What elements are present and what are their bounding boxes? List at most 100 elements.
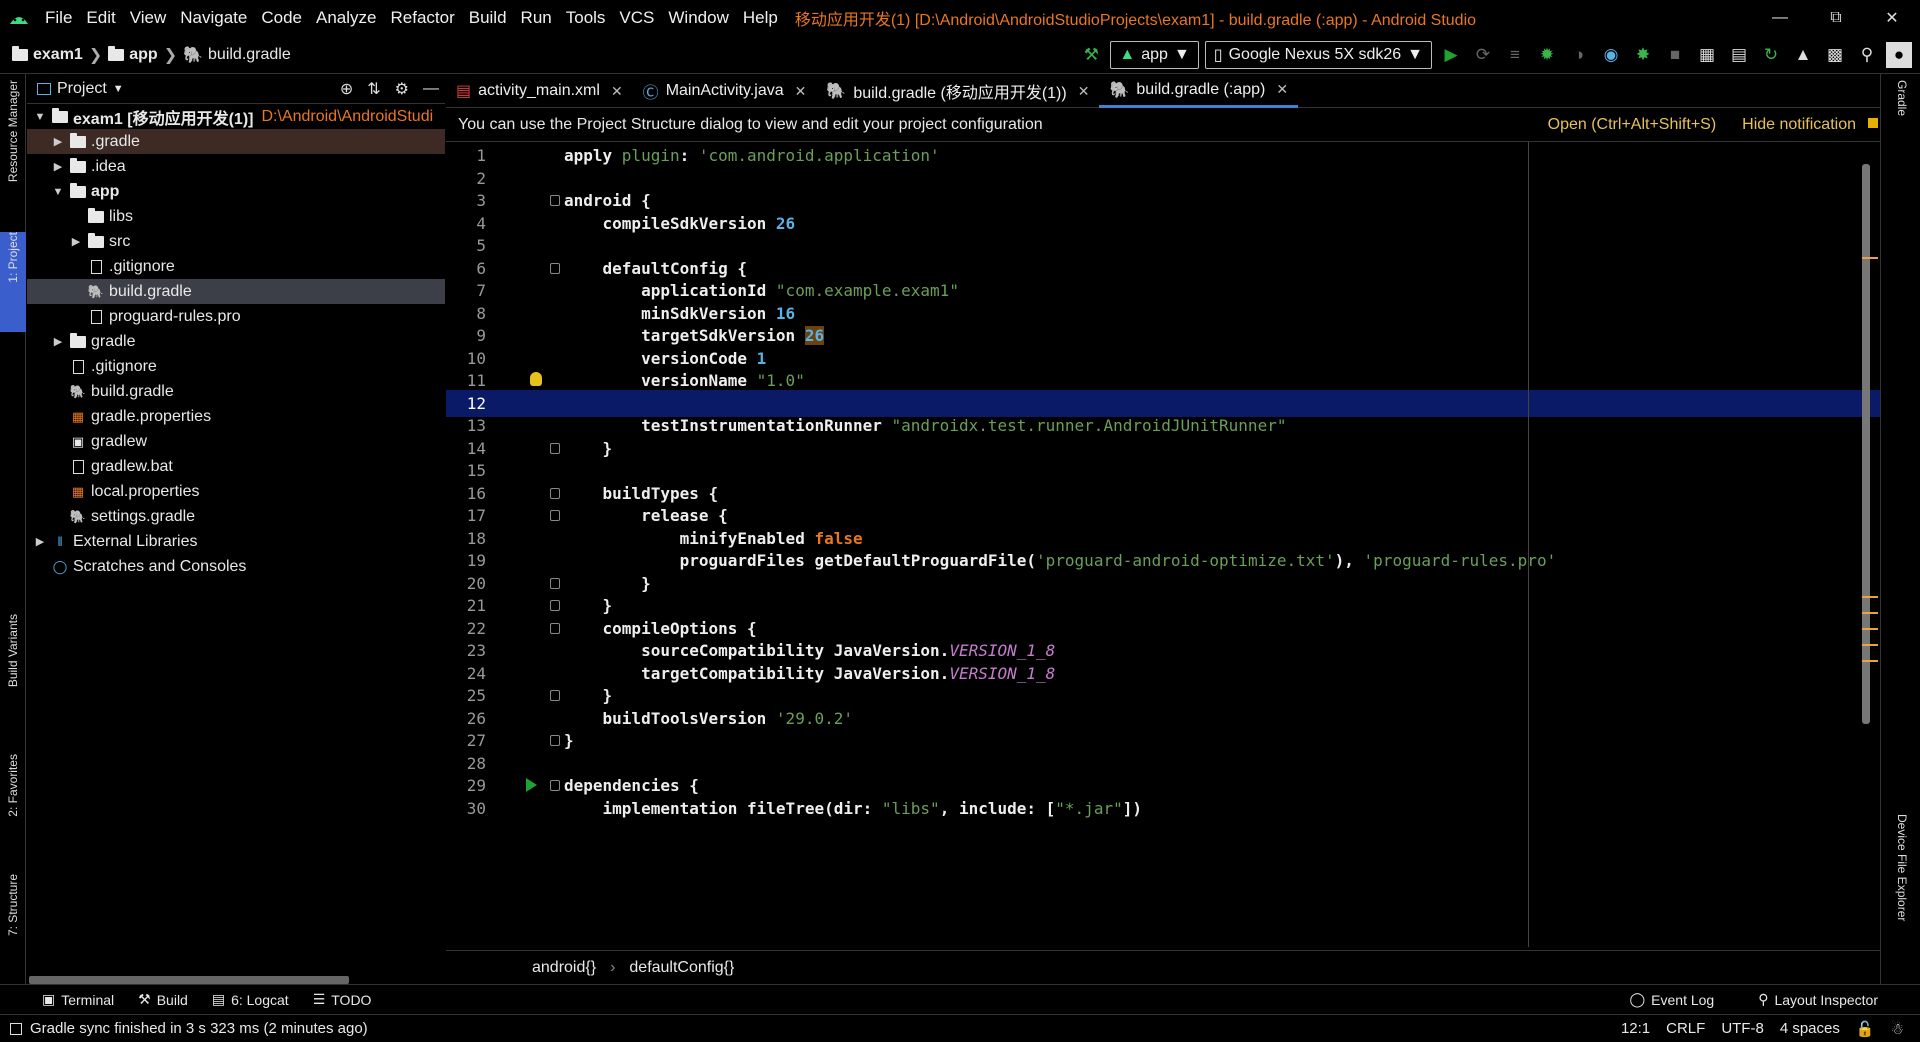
line-number[interactable]: 9 (446, 326, 490, 345)
search-icon[interactable]: ⚲ (1854, 42, 1880, 68)
hide-notification-link[interactable]: Hide notification (1742, 116, 1856, 134)
line-number[interactable]: 14 (446, 439, 490, 458)
layout-inspector-tab[interactable]: ⚲ Layout Inspector (1746, 991, 1890, 1008)
collapse-all-icon[interactable]: ⇅ (367, 79, 380, 99)
event-log-tab[interactable]: ◯ Event Log (1617, 991, 1726, 1008)
line-number[interactable]: 1 (446, 146, 490, 165)
user-avatar-icon[interactable]: ● (1886, 42, 1912, 68)
tab-favorites[interactable]: 2: Favorites (0, 754, 26, 854)
tree-item[interactable]: ▼ exam1 [移动应用开发(1)] D:\Android\AndroidStud… (27, 104, 445, 129)
collapsed-arrow-icon[interactable]: ▶ (51, 335, 65, 348)
collapsed-arrow-icon[interactable]: ▶ (51, 135, 65, 148)
warning-marker[interactable] (1862, 628, 1878, 630)
breadcrumb-module[interactable]: app (108, 45, 158, 64)
line-number[interactable]: 20 (446, 574, 490, 593)
sdk-manager-icon[interactable]: ▲ (1790, 42, 1816, 68)
editor-tab[interactable]: 🐘 build.gradle (:app) ✕ (1099, 74, 1299, 108)
collapsed-arrow-icon[interactable]: ▶ (33, 535, 47, 548)
warning-marker[interactable] (1862, 644, 1878, 646)
fold-icon[interactable] (550, 780, 560, 791)
device-manager-icon[interactable]: ▩ (1822, 42, 1848, 68)
tree-item[interactable]: ▶ .idea (27, 154, 445, 179)
profile-icon[interactable]: ◉ (1598, 42, 1624, 68)
line-number[interactable]: 5 (446, 236, 490, 255)
fold-icon[interactable] (550, 487, 560, 499)
sync-gradle-icon[interactable]: ↻ (1758, 42, 1784, 68)
tab-structure[interactable]: 7: Structure (0, 874, 26, 974)
tree-item[interactable]: ▼ app (27, 179, 445, 204)
editor-breadcrumb-android[interactable]: android{} (532, 959, 596, 977)
menu-vcs[interactable]: VCS (612, 8, 661, 28)
stop-icon[interactable]: ■ (1662, 42, 1688, 68)
line-number[interactable]: 8 (446, 304, 490, 323)
hide-panel-icon[interactable]: — (423, 80, 439, 98)
tree-item[interactable]: ▦ local.properties (27, 479, 445, 504)
analysis-status-icon[interactable] (1868, 118, 1878, 128)
menu-view[interactable]: View (123, 8, 174, 28)
line-number[interactable]: 6 (446, 259, 490, 278)
line-number[interactable]: 30 (446, 799, 490, 818)
collapsed-arrow-icon[interactable]: ▶ (51, 160, 65, 173)
menu-edit[interactable]: Edit (79, 8, 122, 28)
tree-item[interactable]: 🐘 build.gradle (27, 279, 445, 304)
tree-item[interactable]: ▶ ‖ External Libraries (27, 529, 445, 554)
editor-tab[interactable]: ▤ activity_main.xml ✕ (446, 74, 633, 108)
tab-project[interactable]: 1: Project (0, 232, 26, 332)
editor-vertical-scrollbar[interactable] (1862, 164, 1870, 724)
status-message[interactable]: Gradle sync finished in 3 s 323 ms (2 mi… (30, 1020, 368, 1037)
line-number[interactable]: 7 (446, 281, 490, 300)
warning-marker[interactable] (1862, 257, 1878, 259)
line-number[interactable]: 29 (446, 776, 490, 795)
tree-item[interactable]: gradlew.bat (27, 454, 445, 479)
tree-item[interactable]: ▣ gradlew (27, 429, 445, 454)
fold-icon[interactable] (550, 735, 560, 746)
logcat-tab[interactable]: ▤ 6: Logcat (200, 991, 301, 1008)
menu-tools[interactable]: Tools (559, 8, 613, 28)
terminal-tab[interactable]: ▣ Terminal (30, 991, 126, 1008)
make-project-hammer-icon[interactable]: ⚒ (1078, 42, 1104, 68)
apply-changes-icon[interactable]: ⟳ (1470, 42, 1496, 68)
tree-item[interactable]: libs (27, 204, 445, 229)
editor-tab[interactable]: Ⓒ MainActivity.java ✕ (633, 74, 817, 108)
line-separator[interactable]: CRLF (1666, 1020, 1705, 1037)
project-horizontal-scrollbar[interactable] (29, 976, 349, 984)
tree-item[interactable]: 🐘 build.gradle (27, 379, 445, 404)
caret-position[interactable]: 12:1 (1621, 1020, 1650, 1037)
fold-icon[interactable] (550, 262, 560, 274)
todo-tab[interactable]: ☰ TODO (301, 991, 384, 1008)
build-tab[interactable]: ⚒ Build (126, 991, 200, 1008)
tree-item[interactable]: .gitignore (27, 254, 445, 279)
run-icon[interactable]: ▶ (1438, 42, 1464, 68)
line-number[interactable]: 25 (446, 686, 490, 705)
run-gutter-icon[interactable] (526, 778, 537, 792)
menu-run[interactable]: Run (514, 8, 559, 28)
fold-icon[interactable] (550, 622, 560, 634)
line-number[interactable]: 28 (446, 754, 490, 773)
lightbulb-icon[interactable] (530, 372, 542, 386)
line-number[interactable]: 24 (446, 664, 490, 683)
file-encoding[interactable]: UTF-8 (1721, 1020, 1764, 1037)
menu-navigate[interactable]: Navigate (173, 8, 254, 28)
tree-item[interactable]: ▦ gradle.properties (27, 404, 445, 429)
line-number[interactable]: 13 (446, 416, 490, 435)
device-select[interactable]: ▯ Google Nexus 5X sdk26 ▼ (1204, 41, 1432, 69)
fold-icon[interactable] (550, 600, 560, 611)
apply-code-changes-icon[interactable]: ≡ (1502, 42, 1528, 68)
line-number[interactable]: 12 (446, 394, 490, 413)
line-number[interactable]: 27 (446, 731, 490, 750)
gear-icon[interactable]: ⚙ (395, 79, 409, 99)
tree-item[interactable]: 🐘 settings.gradle (27, 504, 445, 529)
line-number[interactable]: 3 (446, 191, 490, 210)
line-number[interactable]: 17 (446, 506, 490, 525)
warning-marker[interactable] (1862, 660, 1878, 662)
fold-icon[interactable] (550, 442, 560, 454)
open-project-structure-link[interactable]: Open (Ctrl+Alt+Shift+S) (1548, 116, 1717, 134)
fold-icon[interactable] (550, 690, 560, 701)
tab-gradle[interactable]: Gradle (1889, 80, 1915, 140)
close-icon[interactable]: ✕ (1864, 0, 1920, 36)
menu-refactor[interactable]: Refactor (383, 8, 461, 28)
close-tab-icon[interactable]: ✕ (611, 83, 623, 100)
line-number[interactable]: 11 (446, 371, 490, 390)
fold-icon[interactable] (550, 577, 560, 589)
status-toggle-icon[interactable] (10, 1022, 22, 1035)
